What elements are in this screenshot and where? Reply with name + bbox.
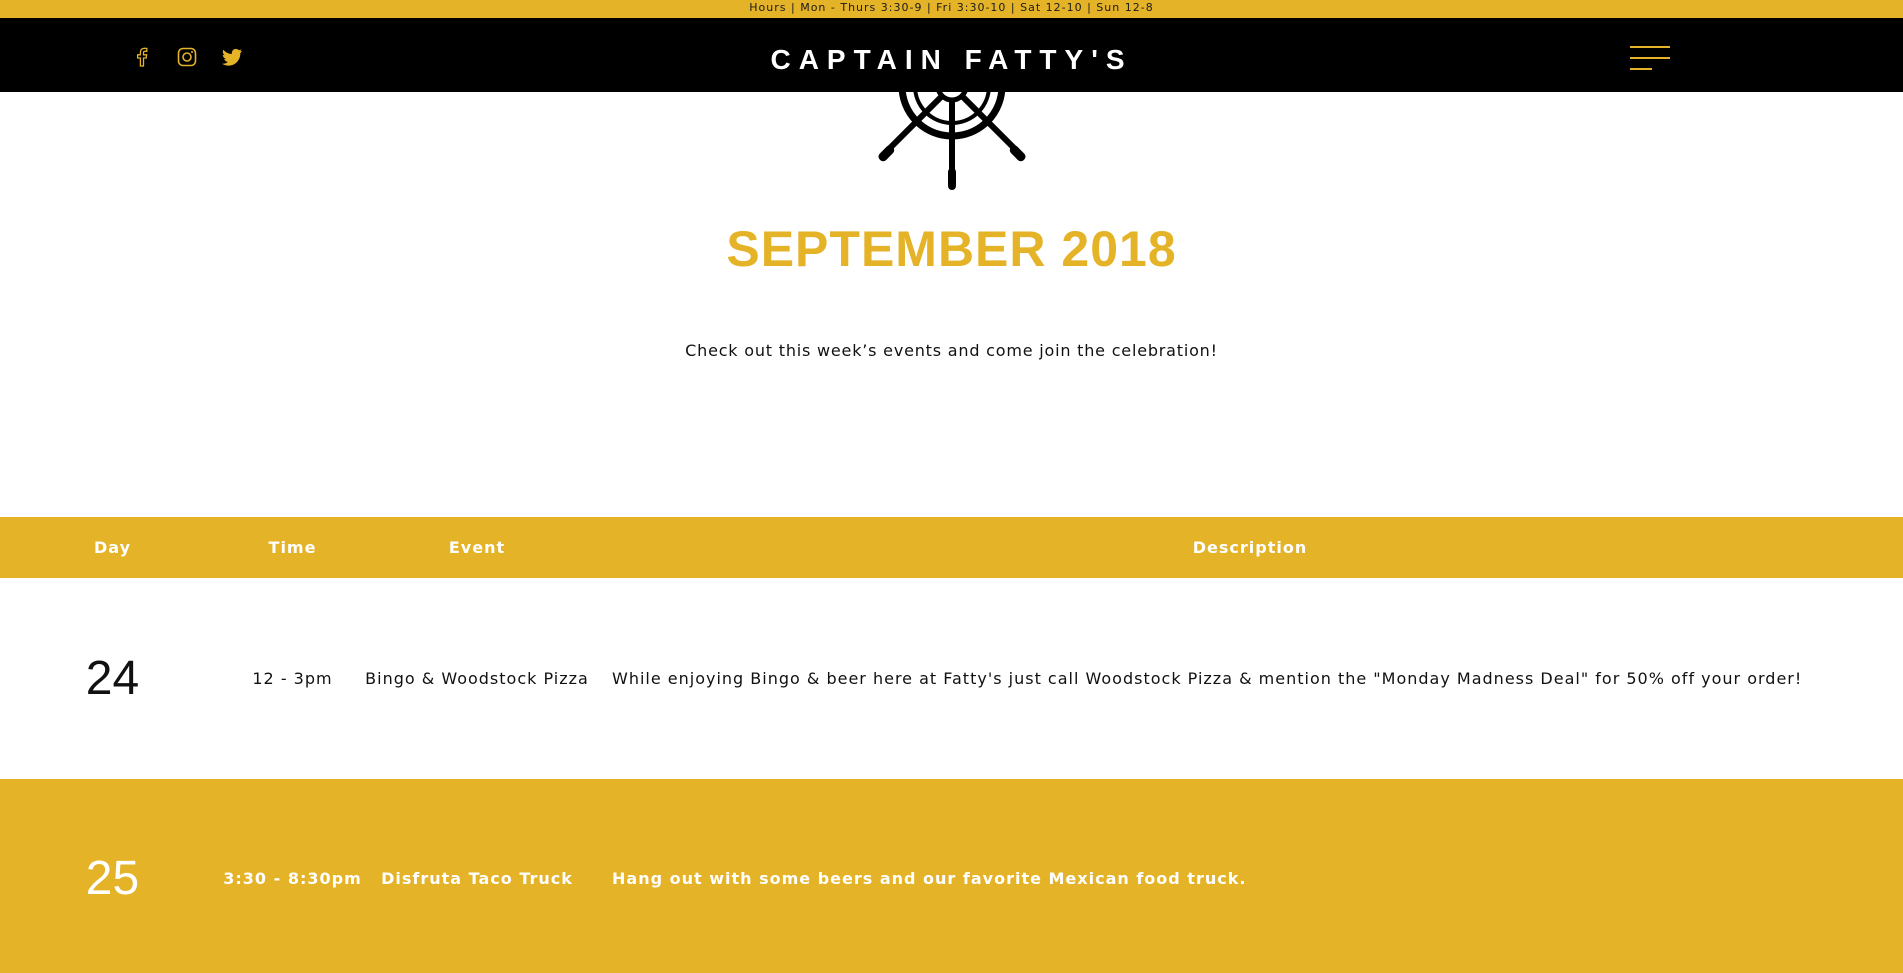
- menu-line: [1630, 46, 1670, 48]
- menu-line: [1630, 68, 1652, 70]
- page-tagline: Check out this week’s events and come jo…: [685, 341, 1218, 360]
- row-time: 12 - 3pm: [252, 669, 333, 688]
- row-day: 25: [85, 852, 140, 905]
- header-description: Description: [1192, 538, 1308, 557]
- brand-text: CAPTAIN FATTY'S: [770, 44, 1133, 75]
- header-time: Time: [268, 538, 317, 557]
- menu-line: [1630, 57, 1670, 59]
- row-day: 24: [85, 652, 140, 705]
- events-table-header: Day Time Event Description: [0, 517, 1903, 578]
- header-day: Day: [93, 538, 131, 557]
- table-row: 25 3:30 - 8:30pm Disfruta Taco Truck Han…: [0, 779, 1903, 973]
- header-event: Event: [448, 538, 506, 557]
- row-time: 3:30 - 8:30pm: [223, 869, 362, 888]
- table-row: 24 12 - 3pm Bingo & Woodstock Pizza Whil…: [0, 579, 1903, 779]
- top-navbar: CAPTAIN FATTY'S: [0, 18, 1903, 92]
- hours-text: Hours | Mon - Thurs 3:30-9 | Fri 3:30-10…: [749, 1, 1154, 14]
- hours-bar: Hours | Mon - Thurs 3:30-9 | Fri 3:30-10…: [0, 0, 1903, 18]
- brand-title[interactable]: CAPTAIN FATTY'S: [0, 18, 1903, 92]
- row-event: Disfruta Taco Truck: [381, 869, 573, 888]
- hamburger-menu-icon[interactable]: [1630, 42, 1672, 76]
- page-title: SEPTEMBER 2018: [726, 221, 1177, 277]
- row-description: Hang out with some beers and our favorit…: [612, 869, 1247, 888]
- row-event: Bingo & Woodstock Pizza: [365, 669, 589, 688]
- row-description: While enjoying Bingo & beer here at Fatt…: [612, 669, 1803, 688]
